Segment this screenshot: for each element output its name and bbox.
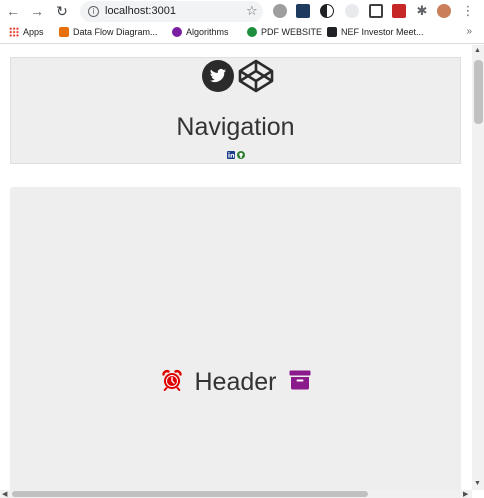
vertical-scrollbar-thumb[interactable] — [474, 60, 483, 124]
codepen-icon[interactable] — [237, 59, 275, 93]
forward-button[interactable]: → — [28, 2, 46, 20]
back-button[interactable]: ← — [4, 2, 22, 20]
bookmarks-more-button[interactable]: » — [466, 26, 472, 37]
extension-icon[interactable] — [273, 4, 287, 18]
header-row: Header — [10, 362, 461, 397]
navigation-title: Navigation — [176, 113, 295, 141]
page-viewport: Navigation Header — [0, 45, 472, 490]
url-text: localhost:3001 — [105, 5, 176, 17]
github-icon[interactable] — [237, 151, 245, 159]
bookmark-label: NEF Investor Meet... — [341, 27, 424, 37]
extension-icon[interactable] — [296, 4, 310, 18]
small-social-icons — [227, 151, 245, 159]
extension-icon[interactable] — [369, 4, 383, 18]
alarm-clock-icon — [161, 369, 182, 391]
avatar[interactable] — [437, 4, 451, 18]
social-icons — [201, 59, 275, 93]
bookmark-favicon-icon — [327, 27, 337, 37]
scroll-left-arrow-icon[interactable]: ◀ — [2, 490, 7, 498]
info-icon[interactable]: i — [88, 6, 99, 17]
bookmark-label: Algorithms — [186, 27, 229, 37]
twitter-icon[interactable] — [201, 59, 235, 93]
header-section: Header — [10, 187, 461, 490]
menu-icon[interactable]: ⋮ — [459, 2, 477, 20]
bookmark-star-icon[interactable]: ☆ — [246, 3, 258, 19]
bookmark-label: Data Flow Diagram... — [73, 27, 158, 37]
bookmark-pdf-website[interactable]: PDF WEBSITE — [247, 27, 322, 37]
bookmark-label: PDF WEBSITE — [261, 27, 323, 37]
reload-button[interactable]: ↻ — [53, 2, 71, 20]
archive-icon — [289, 370, 310, 389]
browser-chrome: ← → ↻ i localhost:3001 ☆ ✱ ⋮ Apps Data F… — [0, 0, 484, 44]
bookmark-favicon-icon — [59, 27, 69, 37]
browser-toolbar: ← → ↻ i localhost:3001 ☆ ✱ ⋮ — [0, 0, 484, 23]
bookmark-data-flow[interactable]: Data Flow Diagram... — [59, 27, 158, 37]
dark-mode-icon[interactable] — [320, 4, 334, 18]
bookmark-algorithms[interactable]: Algorithms — [172, 27, 229, 37]
extension-icon[interactable] — [345, 4, 359, 18]
extension-icon[interactable] — [392, 4, 406, 18]
bookmarks-bar: Apps Data Flow Diagram... Algorithms PDF… — [0, 24, 484, 43]
apps-grid-icon — [9, 27, 19, 37]
linkedin-icon[interactable] — [227, 151, 235, 159]
scroll-down-arrow-icon[interactable]: ▼ — [474, 480, 481, 487]
scroll-up-arrow-icon[interactable]: ▲ — [474, 47, 481, 54]
bookmark-apps[interactable]: Apps — [9, 27, 44, 37]
puzzle-icon[interactable]: ✱ — [415, 4, 429, 18]
bookmark-favicon-icon — [172, 27, 182, 37]
horizontal-scrollbar-thumb[interactable] — [12, 491, 368, 497]
scroll-right-arrow-icon[interactable]: ▶ — [463, 490, 468, 498]
header-title: Header — [194, 368, 277, 396]
bookmark-favicon-icon — [247, 27, 257, 37]
bookmark-nef[interactable]: NEF Investor Meet... — [327, 27, 424, 37]
address-bar[interactable]: i localhost:3001 ☆ — [80, 1, 263, 22]
bookmark-label: Apps — [23, 27, 44, 37]
navigation-section: Navigation — [10, 57, 461, 164]
